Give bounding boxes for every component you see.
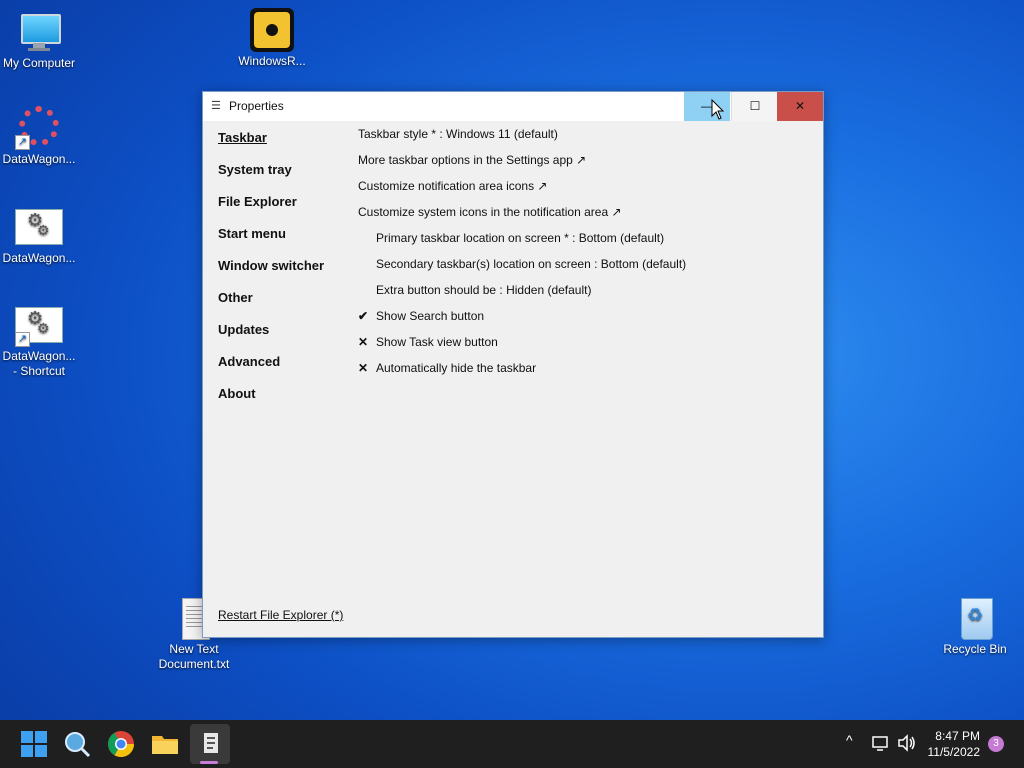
nav-item-taskbar[interactable]: Taskbar xyxy=(218,130,324,162)
desktop-icon-label: DataWagon... xyxy=(2,251,76,265)
setting-secondary-location[interactable]: Secondary taskbar(s) location on screen … xyxy=(358,256,813,282)
taskbar: ^ 8:47 PM 11/5/2022 3 xyxy=(0,720,1024,768)
setting-taskbar-style[interactable]: Taskbar style * : Windows 11 (default) xyxy=(358,126,813,152)
checkmark-icon: ✔ xyxy=(358,309,369,323)
settings-app-icon: ⚙ ⚙ xyxy=(15,205,63,249)
search-icon[interactable] xyxy=(62,729,92,759)
desktop-icon-label: DataWagon... xyxy=(2,349,76,363)
desktop-icon-datawagon-2[interactable]: ⚙ ⚙ DataWagon... xyxy=(0,205,81,266)
properties-window: ☰ Properties — ☐ ✕ Taskbar System tray F… xyxy=(202,91,824,638)
recycle-bin-icon: ♻ xyxy=(951,596,999,640)
nav-item-file-explorer[interactable]: File Explorer xyxy=(218,194,324,226)
shortcut-arrow-icon: ↗ xyxy=(15,135,30,150)
network-icon[interactable] xyxy=(872,734,890,752)
app-icon xyxy=(248,8,296,52)
nav-item-other[interactable]: Other xyxy=(218,290,324,322)
shortcut-arrow-icon: ↗ xyxy=(15,332,30,347)
setting-label: Primary taskbar location on screen * : B… xyxy=(376,231,665,245)
desktop-icon-label: Recycle Bin xyxy=(943,642,1007,656)
window-titlebar[interactable]: ☰ Properties — ☐ ✕ xyxy=(203,92,823,121)
cross-icon: ✕ xyxy=(358,361,369,375)
desktop-icon-windowsr[interactable]: WindowsR... xyxy=(230,8,314,69)
setting-label: Secondary taskbar(s) location on screen … xyxy=(376,257,687,271)
settings-content: Taskbar style * : Windows 11 (default) M… xyxy=(358,126,813,386)
start-button[interactable] xyxy=(19,729,49,759)
nav-item-window-switcher[interactable]: Window switcher xyxy=(218,258,324,290)
restart-explorer-link[interactable]: Restart File Explorer (*) xyxy=(218,608,343,622)
computer-icon xyxy=(15,10,63,54)
nav-item-system-tray[interactable]: System tray xyxy=(218,162,324,194)
toggle-autohide-taskbar[interactable]: ✕ Automatically hide the taskbar xyxy=(358,360,813,386)
cross-icon: ✕ xyxy=(358,335,369,349)
desktop-icon-label: New Text xyxy=(169,642,219,656)
volume-icon[interactable] xyxy=(897,734,917,752)
toggle-show-task-view[interactable]: ✕ Show Task view button xyxy=(358,334,813,360)
file-explorer-icon[interactable] xyxy=(150,729,180,759)
setting-label: Extra button should be : Hidden (default… xyxy=(376,283,592,297)
toggle-show-search[interactable]: ✔ Show Search button xyxy=(358,308,813,334)
properties-app-icon xyxy=(204,733,218,753)
desktop-icon-datawagon-1[interactable]: ↗ DataWagon... xyxy=(0,106,81,167)
setting-primary-location[interactable]: Primary taskbar location on screen * : B… xyxy=(358,230,813,256)
tray-chevron-icon[interactable]: ^ xyxy=(846,732,853,748)
toggle-label: Show Task view button xyxy=(376,335,498,349)
desktop-icon-label: My Computer xyxy=(2,56,76,70)
desktop-icon-label: WindowsR... xyxy=(238,54,306,68)
nav-item-about[interactable]: About xyxy=(218,386,324,418)
nav-item-start-menu[interactable]: Start menu xyxy=(218,226,324,258)
desktop-icon-my-computer[interactable]: My Computer xyxy=(0,10,81,71)
setting-extra-button[interactable]: Extra button should be : Hidden (default… xyxy=(358,282,813,308)
desktop-icon-label-line2: Document.txt xyxy=(158,657,230,671)
clock-time: 8:47 PM xyxy=(935,729,980,743)
maximize-button[interactable]: ☐ xyxy=(731,92,778,121)
settings-app-icon: ⚙ ⚙ ↗ xyxy=(15,303,63,347)
nav-item-updates[interactable]: Updates xyxy=(218,322,324,354)
clock-date: 11/5/2022 xyxy=(927,745,981,759)
nav-item-advanced[interactable]: Advanced xyxy=(218,354,324,386)
window-title: Properties xyxy=(229,99,284,113)
desktop-icon-datawagon-shortcut[interactable]: ⚙ ⚙ ↗ DataWagon... - Shortcut xyxy=(0,303,81,379)
toggle-label: Show Search button xyxy=(376,309,485,323)
link-settings-app[interactable]: More taskbar options in the Settings app… xyxy=(358,152,813,178)
link-system-icons[interactable]: Customize system icons in the notificati… xyxy=(358,204,813,230)
system-clock[interactable]: 8:47 PM 11/5/2022 xyxy=(928,728,981,760)
properties-icon: ☰ xyxy=(211,100,221,112)
gear-cluster-icon: ↗ xyxy=(15,106,63,150)
link-notification-icons[interactable]: Customize notification area icons ↗ xyxy=(358,178,813,204)
notification-badge[interactable]: 3 xyxy=(988,736,1004,752)
chrome-icon[interactable] xyxy=(106,729,136,759)
desktop-icon-label: DataWagon... xyxy=(2,152,76,166)
desktop-icon-label-line2: - Shortcut xyxy=(12,364,66,378)
toggle-label: Automatically hide the taskbar xyxy=(376,361,537,375)
mouse-cursor-icon xyxy=(711,99,725,120)
settings-nav: Taskbar System tray File Explorer Start … xyxy=(218,130,324,418)
desktop-icon-recycle-bin[interactable]: ♻ Recycle Bin xyxy=(933,596,1017,657)
close-button[interactable]: ✕ xyxy=(777,92,823,121)
active-app-indicator xyxy=(200,761,218,764)
